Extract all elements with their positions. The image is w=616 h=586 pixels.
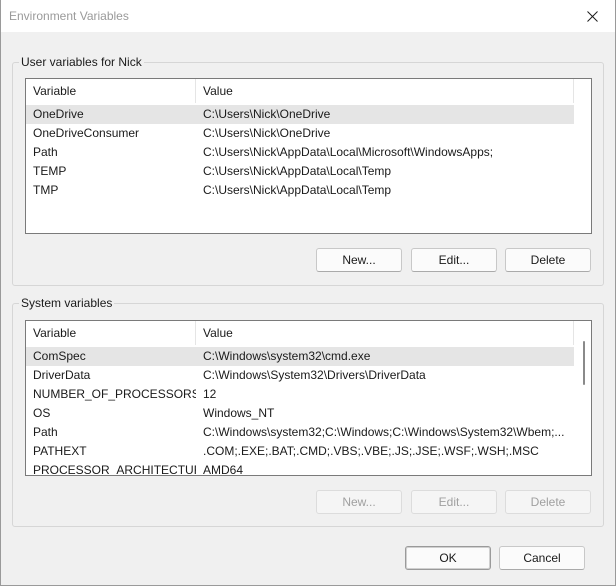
user-variable-row[interactable]: TMP C:\Users\Nick\AppData\Local\Temp [26, 181, 574, 200]
user-variables-label: User variables for Nick [19, 55, 144, 69]
user-edit-button[interactable]: Edit... [411, 248, 497, 272]
environment-variables-dialog: Environment Variables User variables for… [0, 0, 616, 586]
variable-value-cell: 12 [203, 387, 217, 401]
system-variables-list[interactable]: Variable Value ComSpec C:\Windows\system3… [25, 320, 592, 476]
variable-value-cell: C:\Windows\system32;C:\Windows;C:\Window… [203, 425, 565, 439]
variable-value-cell: Windows_NT [203, 406, 275, 420]
variable-name-cell: ComSpec [33, 349, 86, 363]
variable-name-cell: OneDriveConsumer [33, 126, 140, 140]
system-variables-rows: ComSpec C:\Windows\system32\cmd.exe Driver… [26, 347, 574, 476]
variable-name-cell: PATHEXT [33, 444, 87, 458]
system-variables-label: System variables [19, 296, 115, 310]
scroll-thumb[interactable] [583, 341, 585, 385]
variable-name-cell: TEMP [33, 164, 67, 178]
system-variable-row[interactable]: DriverData C:\Windows\System32\Drivers\Dr… [26, 366, 574, 385]
close-icon [586, 10, 598, 22]
ok-button[interactable]: OK [405, 546, 491, 570]
column-header-value[interactable]: Value [196, 321, 574, 345]
system-new-button[interactable]: New... [316, 490, 402, 514]
user-variable-row[interactable]: Path C:\Users\Nick\AppData\Local\Microsof… [26, 143, 574, 162]
system-delete-button[interactable]: Delete [505, 490, 591, 514]
system-variable-row[interactable]: OS Windows_NT [26, 404, 574, 423]
cancel-button[interactable]: Cancel [499, 546, 585, 570]
variable-value-cell: C:\Users\Nick\AppData\Local\Microsoft\Wi… [203, 145, 494, 159]
variable-value-cell: C:\Users\Nick\AppData\Local\Temp [203, 164, 392, 178]
variable-name-cell: TMP [33, 183, 59, 197]
user-new-button[interactable]: New... [316, 248, 402, 272]
user-variables-rows: OneDrive C:\Users\Nick\OneDrive OneDriveCo… [26, 105, 574, 200]
system-variables-header: Variable Value [26, 321, 574, 345]
variable-name-cell: OneDrive [33, 107, 84, 121]
user-variable-row[interactable]: TEMP C:\Users\Nick\AppData\Local\Temp [26, 162, 574, 181]
variable-value-cell: C:\Users\Nick\OneDrive [203, 107, 331, 121]
system-variable-row[interactable]: NUMBER_OF_PROCESSORS 12 [26, 385, 574, 404]
variable-value-cell: C:\Windows\System32\Drivers\DriverData [203, 368, 426, 382]
variable-name-cell: Path [33, 425, 58, 439]
variable-name-cell: NUMBER_OF_PROCESSORS [33, 387, 196, 401]
user-variables-list[interactable]: Variable Value OneDrive C:\Users\Nick\One… [25, 78, 592, 234]
user-variables-scrollbar[interactable] [576, 79, 591, 233]
variable-name-cell: DriverData [33, 368, 91, 382]
system-variable-row[interactable]: PATHEXT .COM;.EXE;.BAT;.CMD;.VBS;.VBE;.JS… [26, 442, 574, 461]
column-header-value[interactable]: Value [196, 79, 574, 103]
user-delete-button[interactable]: Delete [505, 248, 591, 272]
system-variable-row[interactable]: ComSpec C:\Windows\system32\cmd.exe [26, 347, 574, 366]
title-bar[interactable]: Environment Variables [1, 0, 615, 32]
system-edit-button[interactable]: Edit... [411, 490, 497, 514]
column-header-variable[interactable]: Variable [26, 79, 196, 103]
variable-value-cell: C:\Users\Nick\OneDrive [203, 126, 331, 140]
variable-name-cell: OS [33, 406, 51, 420]
variable-value-cell: C:\Windows\system32\cmd.exe [203, 349, 371, 363]
user-variable-row[interactable]: OneDrive C:\Users\Nick\OneDrive [26, 105, 574, 124]
variable-value-cell: .COM;.EXE;.BAT;.CMD;.VBS;.VBE;.JS;.JSE;.… [203, 444, 539, 458]
system-variable-row[interactable]: Path C:\Windows\system32;C:\Windows;C:\Wi… [26, 423, 574, 442]
variable-name-cell: PROCESSOR_ARCHITECTURE [33, 463, 196, 476]
user-variables-header: Variable Value [26, 79, 574, 103]
variable-name-cell: Path [33, 145, 58, 159]
variable-value-cell: C:\Users\Nick\AppData\Local\Temp [203, 183, 392, 197]
window-title: Environment Variables [9, 9, 129, 23]
close-button[interactable] [569, 0, 615, 32]
user-variable-row[interactable]: OneDriveConsumer C:\Users\Nick\OneDrive [26, 124, 574, 143]
variable-value-cell: AMD64 [203, 463, 244, 476]
column-header-variable[interactable]: Variable [26, 321, 196, 345]
system-variable-row[interactable]: PROCESSOR_ARCHITECTURE AMD64 [26, 461, 574, 476]
system-variables-scrollbar[interactable] [576, 321, 591, 475]
